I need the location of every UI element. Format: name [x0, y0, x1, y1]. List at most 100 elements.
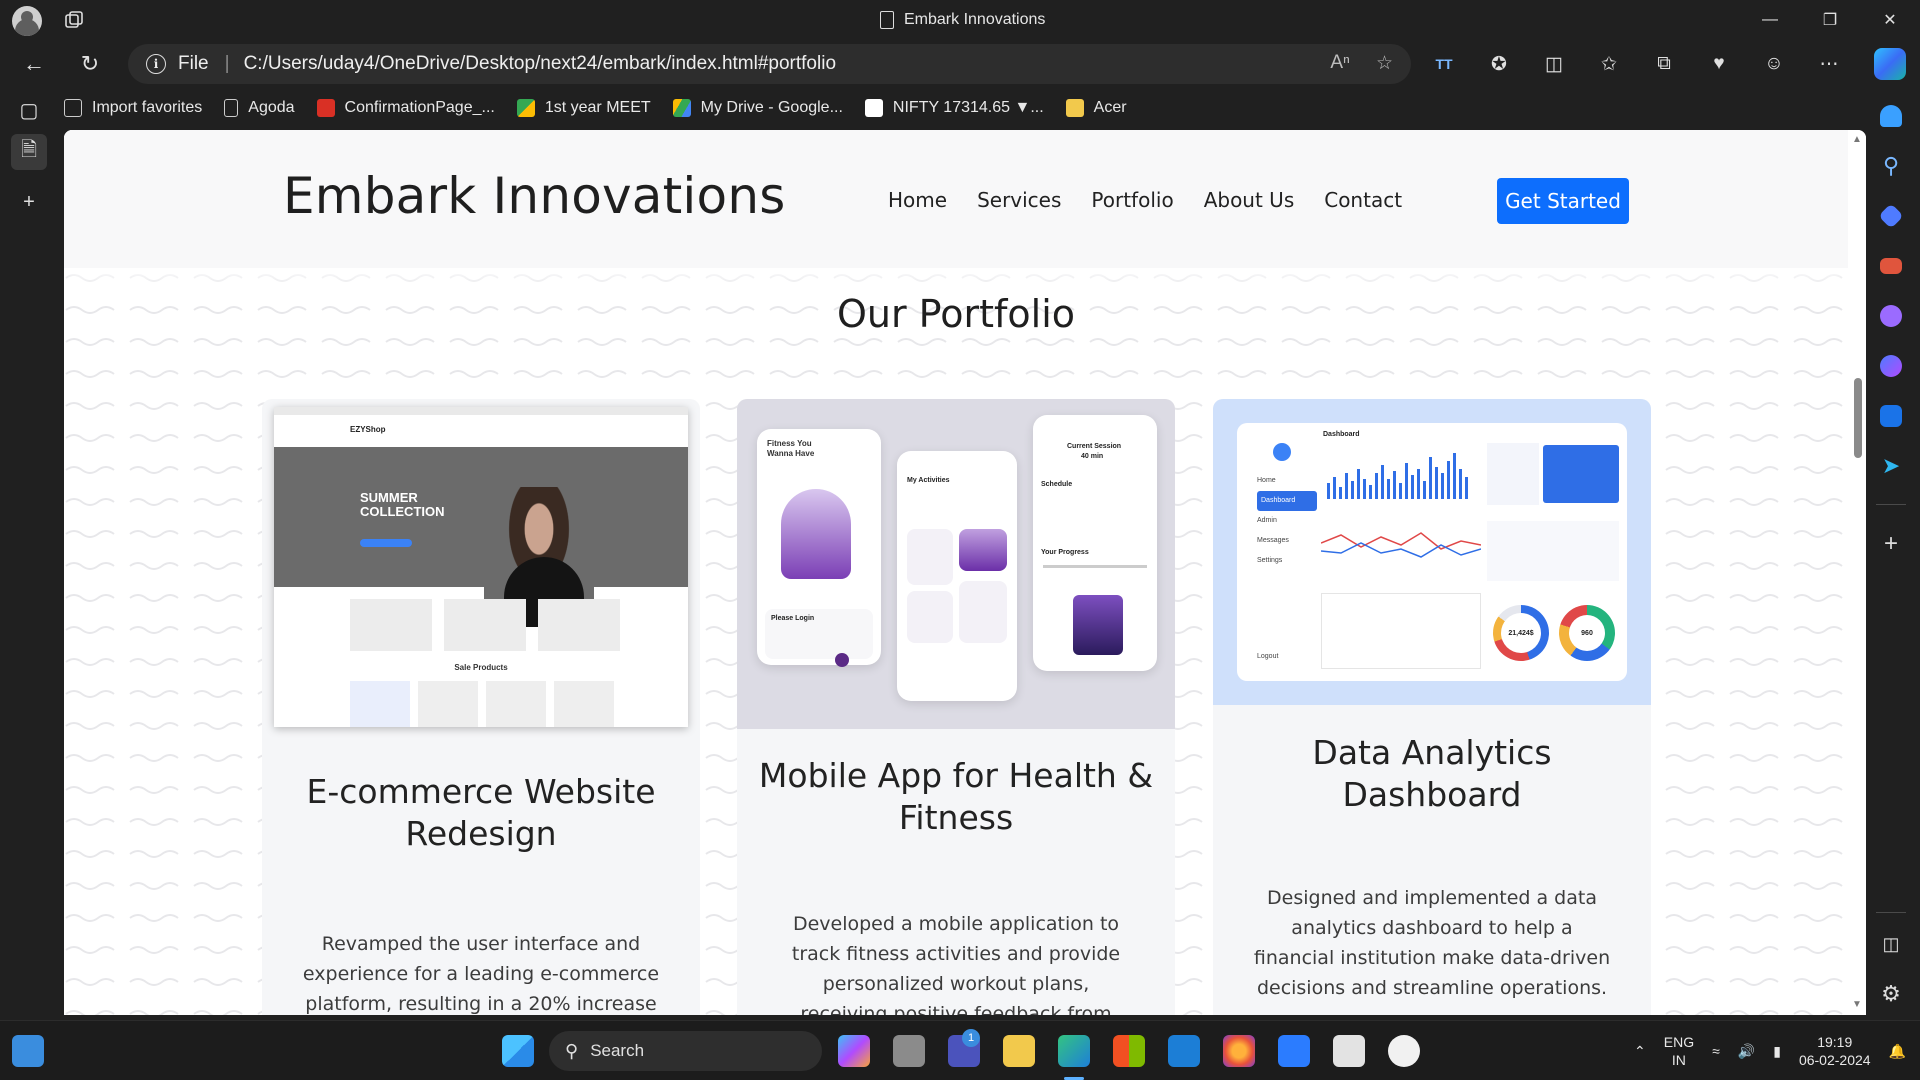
info-icon[interactable]: i — [146, 54, 166, 74]
mock-logo: EZYShop — [350, 425, 386, 434]
feedback-icon[interactable]: ☺ — [1758, 48, 1790, 80]
copilot-taskbar-icon[interactable] — [838, 1035, 870, 1067]
mock-schedule: Schedule — [1041, 481, 1073, 488]
browser-essentials-icon[interactable]: ♥ — [1703, 48, 1735, 80]
page-scrollbar[interactable]: ▲ ▼ — [1848, 130, 1866, 1015]
get-started-button[interactable]: Get Started — [1497, 178, 1629, 224]
battery-icon[interactable]: ▮ — [1773, 1043, 1781, 1060]
favorite-label: Agoda — [248, 99, 295, 116]
wifi-icon[interactable]: ≈ — [1712, 1043, 1720, 1059]
tab-actions-icon[interactable]: ▢ — [11, 92, 47, 128]
new-tab-button[interactable]: + — [11, 184, 47, 220]
meet-icon — [516, 99, 535, 117]
card-description: Designed and implemented a data analytic… — [1253, 887, 1611, 999]
volume-icon[interactable]: 🔊 — [1738, 1043, 1755, 1060]
tools-briefcase-icon[interactable] — [1875, 250, 1907, 282]
section-title: Our Portfolio — [836, 292, 1076, 336]
favorite-item[interactable]: 1st year MEET — [516, 99, 651, 117]
copilot-icon[interactable] — [1874, 48, 1906, 80]
scroll-up-arrow[interactable]: ▲ — [1851, 134, 1863, 146]
settings-gear-icon[interactable]: ⚙ — [1875, 978, 1907, 1010]
language-indicator[interactable]: ENG IN — [1664, 1033, 1694, 1069]
close-button[interactable]: ✕ — [1860, 0, 1920, 40]
mock-logout: Logout — [1257, 653, 1279, 660]
taskbar-search[interactable]: ⚲ Search — [549, 1031, 822, 1071]
favorite-item[interactable]: ConfirmationPage_... — [316, 99, 495, 117]
nav-home[interactable]: Home — [888, 188, 947, 212]
microsoft-store-icon[interactable] — [1113, 1035, 1145, 1067]
file-explorer-icon[interactable] — [1003, 1035, 1035, 1067]
clock[interactable]: 19:19 06-02-2024 — [1799, 1033, 1871, 1069]
dropbox-icon[interactable] — [1278, 1035, 1310, 1067]
back-button[interactable]: ← — [18, 48, 50, 80]
collections-icon[interactable]: ⧉ — [1648, 48, 1680, 80]
analytics-dashboard-screenshot: Home Dashboard Admin Messages Settings L… — [1213, 399, 1651, 729]
favorite-label: ConfirmationPage_... — [344, 99, 495, 116]
favorite-item[interactable]: My Drive - Google... — [672, 99, 843, 117]
extension-icon[interactable]: TT — [1428, 48, 1460, 80]
nav-about-us[interactable]: About Us — [1204, 188, 1295, 212]
nav-services[interactable]: Services — [977, 188, 1061, 212]
tab-embark-innovations[interactable]: 🗎 — [11, 134, 47, 170]
favorite-item[interactable]: NIFTY 17314.65 ▼... — [864, 99, 1044, 117]
add-sidebar-app-icon[interactable]: + — [1875, 528, 1907, 560]
copilot-sidebar-icon[interactable] — [1875, 350, 1907, 382]
favorites-icon[interactable]: ✩ — [1593, 48, 1625, 80]
favorite-label: Import favorites — [92, 99, 203, 116]
notification-bell-icon[interactable]: 🔔 — [1889, 1043, 1906, 1060]
restore-button[interactable]: ❐ — [1800, 0, 1860, 40]
games-icon[interactable] — [1875, 300, 1907, 332]
url-text[interactable]: C:/Users/uday4/OneDrive/Desktop/next24/e… — [244, 53, 836, 75]
site-brand[interactable]: Embark Innovations — [283, 167, 785, 225]
profile-avatar[interactable] — [12, 6, 42, 36]
window-title-text: Embark Innovations — [904, 11, 1046, 28]
chevron-up-icon[interactable]: ⌃ — [1634, 1043, 1646, 1060]
favorite-star-icon[interactable]: ☆ — [1376, 52, 1393, 75]
hide-sidebar-icon[interactable]: ◫ — [1875, 928, 1907, 960]
mock-headline: Fitness You Wanna Have — [767, 439, 815, 458]
nav-portfolio[interactable]: Portfolio — [1091, 188, 1173, 212]
edge-taskbar-icon[interactable] — [1058, 1035, 1090, 1067]
mock-dashboard-heading: Dashboard — [1323, 431, 1360, 438]
title-bar: Embark Innovations — ❐ ✕ — [0, 0, 1920, 40]
mock-kpi: 21,424$ — [1501, 613, 1541, 653]
windows-taskbar: ⚲ Search 1 ⌃ ENG IN ≈ 🔊 ▮ 19:19 06-02-20… — [0, 1020, 1920, 1080]
extensions-puzzle-icon[interactable]: ✪ — [1483, 48, 1515, 80]
scroll-down-arrow[interactable]: ▼ — [1851, 999, 1863, 1011]
refresh-button[interactable]: ↻ — [74, 48, 106, 80]
shopping-tag-icon[interactable] — [1875, 200, 1907, 232]
favorite-item[interactable]: Import favorites — [64, 99, 202, 117]
nav-contact[interactable]: Contact — [1324, 188, 1402, 212]
favorite-item[interactable]: Agoda — [224, 99, 295, 117]
portfolio-card-fitness[interactable]: Fitness You Wanna Have Please Login My A… — [737, 399, 1175, 1015]
amazon-icon[interactable] — [1333, 1035, 1365, 1067]
bell-icon[interactable] — [1875, 100, 1907, 132]
windows-start-icon[interactable] — [502, 1035, 534, 1067]
region-code: IN — [1671, 1052, 1686, 1068]
edge-sidebar: ⚲ ➤ + ◫ ⚙ — [1862, 88, 1920, 1018]
workspaces-icon[interactable] — [64, 10, 84, 30]
outlook-icon[interactable] — [1875, 400, 1907, 432]
send-icon[interactable]: ➤ — [1875, 450, 1907, 482]
minimize-button[interactable]: — — [1740, 0, 1800, 40]
task-view-icon[interactable] — [893, 1035, 925, 1067]
mock-session-length: 40 min — [1081, 453, 1104, 460]
favorite-label: NIFTY 17314.65 ▼... — [892, 99, 1044, 116]
search-icon[interactable]: ⚲ — [1875, 150, 1907, 182]
widgets-icon[interactable] — [12, 1035, 44, 1067]
scroll-thumb[interactable] — [1854, 378, 1862, 458]
favorite-item[interactable]: Acer — [1065, 99, 1127, 117]
portfolio-card-analytics[interactable]: Home Dashboard Admin Messages Settings L… — [1213, 399, 1651, 1015]
mail-icon[interactable] — [1168, 1035, 1200, 1067]
firefox-icon[interactable] — [1223, 1035, 1255, 1067]
messenger-icon[interactable] — [1388, 1035, 1420, 1067]
toolbar: TT ✪ ◫ ✩ ⧉ ♥ ☺ ⋯ — [1428, 48, 1845, 80]
split-screen-icon[interactable]: ◫ — [1538, 48, 1570, 80]
portfolio-card-ecommerce[interactable]: EZYShop SUMMER COLLECTION Sale Products — [262, 399, 700, 1015]
address-bar[interactable]: i File | C:/Users/uday4/OneDrive/Desktop… — [128, 44, 1411, 84]
drive-icon — [672, 99, 691, 117]
read-aloud-icon[interactable]: Aⁿ — [1330, 52, 1350, 75]
card-title: E-commerce Website Redesign — [306, 772, 656, 853]
card-description: Developed a mobile application to track … — [791, 913, 1121, 1015]
more-menu-icon[interactable]: ⋯ — [1813, 48, 1845, 80]
